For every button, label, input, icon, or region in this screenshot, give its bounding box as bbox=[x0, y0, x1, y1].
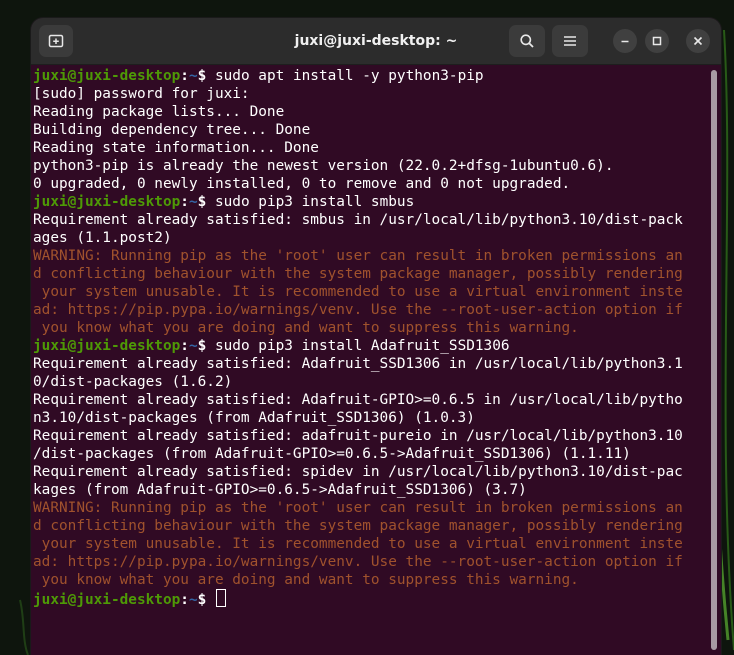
output-text: Requirement already satisfied: spidev in… bbox=[33, 464, 683, 480]
output-text: n3.10/dist-packages (from Adafruit_SSD13… bbox=[33, 410, 475, 426]
output-text: Reading package lists... Done bbox=[33, 104, 285, 120]
warning-text: you know what you are doing and want to … bbox=[33, 320, 579, 336]
prompt-path: ~ bbox=[188, 68, 198, 84]
warning-line: d conflicting behaviour with the system … bbox=[33, 517, 709, 535]
warning-text: ad: https://pip.pypa.io/warnings/venv. U… bbox=[33, 302, 683, 318]
output-line: Reading state information... Done bbox=[33, 139, 709, 157]
search-icon bbox=[520, 34, 534, 48]
command-text: sudo apt install -y python3-pip bbox=[206, 68, 484, 84]
warning-line: ad: https://pip.pypa.io/warnings/venv. U… bbox=[33, 553, 709, 571]
warning-text: your system unusable. It is recommended … bbox=[33, 284, 683, 300]
output-line: kages (from Adafruit-GPIO>=0.6.5->Adafru… bbox=[33, 481, 709, 499]
output-text: kages (from Adafruit-GPIO>=0.6.5->Adafru… bbox=[33, 482, 527, 498]
prompt-separator: : bbox=[180, 68, 189, 84]
search-button[interactable] bbox=[509, 25, 545, 57]
prompt-line: juxi@juxi-desktop:~$ sudo pip3 install s… bbox=[33, 193, 709, 211]
minimize-icon bbox=[621, 40, 629, 43]
warning-line: WARNING: Running pip as the 'root' user … bbox=[33, 247, 709, 265]
output-text: Reading state information... Done bbox=[33, 140, 319, 156]
output-line: Building dependency tree... Done bbox=[33, 121, 709, 139]
output-line: /dist-packages (from Adafruit-GPIO>=0.6.… bbox=[33, 445, 709, 463]
output-text: 0 upgraded, 0 newly installed, 0 to remo… bbox=[33, 176, 571, 192]
warning-text: WARNING: Running pip as the 'root' user … bbox=[33, 500, 683, 516]
warning-text: d conflicting behaviour with the system … bbox=[33, 266, 683, 282]
prompt-symbol: $ bbox=[197, 194, 207, 210]
warning-text: you know what you are doing and want to … bbox=[33, 572, 579, 588]
output-line: [sudo] password for juxi: bbox=[33, 85, 709, 103]
warning-line: your system unusable. It is recommended … bbox=[33, 535, 709, 553]
output-text: /dist-packages (from Adafruit-GPIO>=0.6.… bbox=[33, 446, 631, 462]
prompt-symbol: $ bbox=[197, 68, 207, 84]
command-text: sudo pip3 install Adafruit_SSD1306 bbox=[206, 338, 510, 354]
output-line: Requirement already satisfied: Adafruit-… bbox=[33, 391, 709, 409]
minimize-button[interactable] bbox=[613, 29, 637, 53]
output-text: python3-pip is already the newest versio… bbox=[33, 158, 614, 174]
output-line: Requirement already satisfied: spidev in… bbox=[33, 463, 709, 481]
prompt-user: juxi@juxi-desktop bbox=[33, 194, 181, 210]
warning-line: you know what you are doing and want to … bbox=[33, 571, 709, 589]
output-line: 0 upgraded, 0 newly installed, 0 to remo… bbox=[33, 175, 709, 193]
warning-line: you know what you are doing and want to … bbox=[33, 319, 709, 337]
output-text: Requirement already satisfied: smbus in … bbox=[33, 212, 683, 228]
output-text: 0/dist-packages (1.6.2) bbox=[33, 374, 233, 390]
terminal-output[interactable]: juxi@juxi-desktop:~$ sudo apt install -y… bbox=[33, 67, 709, 653]
output-line: n3.10/dist-packages (from Adafruit_SSD13… bbox=[33, 409, 709, 427]
warning-text: WARNING: Running pip as the 'root' user … bbox=[33, 248, 683, 264]
output-line: python3-pip is already the newest versio… bbox=[33, 157, 709, 175]
output-text: Building dependency tree... Done bbox=[33, 122, 311, 138]
text-cursor bbox=[215, 589, 226, 607]
output-line: Requirement already satisfied: smbus in … bbox=[33, 211, 709, 229]
command-text bbox=[206, 592, 215, 608]
command-text: sudo pip3 install smbus bbox=[206, 194, 415, 210]
warning-line: your system unusable. It is recommended … bbox=[33, 283, 709, 301]
window-titlebar[interactable]: juxi@juxi-desktop: ~ bbox=[31, 18, 721, 65]
output-text: ages (1.1.post2) bbox=[33, 230, 172, 246]
prompt-symbol: $ bbox=[197, 592, 207, 608]
output-line: ages (1.1.post2) bbox=[33, 229, 709, 247]
close-button[interactable] bbox=[686, 29, 710, 53]
prompt-separator: : bbox=[180, 194, 189, 210]
menu-button[interactable] bbox=[552, 25, 588, 57]
prompt-user: juxi@juxi-desktop bbox=[33, 592, 181, 608]
warning-line: ad: https://pip.pypa.io/warnings/venv. U… bbox=[33, 301, 709, 319]
output-text: Requirement already satisfied: adafruit-… bbox=[33, 428, 683, 444]
new-tab-icon bbox=[48, 34, 64, 48]
scrollbar-track[interactable] bbox=[711, 70, 717, 650]
prompt-line: juxi@juxi-desktop:~$ sudo apt install -y… bbox=[33, 67, 709, 85]
prompt-path: ~ bbox=[188, 592, 198, 608]
prompt-user: juxi@juxi-desktop bbox=[33, 68, 181, 84]
output-text: Requirement already satisfied: Adafruit_… bbox=[33, 356, 683, 372]
prompt-separator: : bbox=[180, 592, 189, 608]
prompt-path: ~ bbox=[188, 338, 198, 354]
prompt-line: juxi@juxi-desktop:~$ sudo pip3 install A… bbox=[33, 337, 709, 355]
prompt-user: juxi@juxi-desktop bbox=[33, 338, 181, 354]
warning-text: your system unusable. It is recommended … bbox=[33, 536, 683, 552]
prompt-path: ~ bbox=[188, 194, 198, 210]
warning-text: d conflicting behaviour with the system … bbox=[33, 518, 683, 534]
terminal-window: juxi@juxi-desktop: ~ juxi@juxi-desktop:~… bbox=[31, 18, 721, 655]
warning-line: d conflicting behaviour with the system … bbox=[33, 265, 709, 283]
output-line: Requirement already satisfied: Adafruit_… bbox=[33, 355, 709, 373]
maximize-button[interactable] bbox=[645, 29, 669, 53]
output-line: 0/dist-packages (1.6.2) bbox=[33, 373, 709, 391]
new-tab-button[interactable] bbox=[39, 25, 73, 57]
output-text: Requirement already satisfied: Adafruit-… bbox=[33, 392, 683, 408]
hamburger-menu-icon bbox=[564, 36, 576, 46]
scrollbar-thumb[interactable] bbox=[711, 70, 717, 650]
prompt-separator: : bbox=[180, 338, 189, 354]
output-line: Requirement already satisfied: adafruit-… bbox=[33, 427, 709, 445]
warning-text: ad: https://pip.pypa.io/warnings/venv. U… bbox=[33, 554, 683, 570]
warning-line: WARNING: Running pip as the 'root' user … bbox=[33, 499, 709, 517]
maximize-icon bbox=[652, 36, 662, 46]
output-line: Reading package lists... Done bbox=[33, 103, 709, 121]
close-icon bbox=[693, 36, 703, 46]
prompt-symbol: $ bbox=[197, 338, 207, 354]
output-text: [sudo] password for juxi: bbox=[33, 86, 250, 102]
prompt-line: juxi@juxi-desktop:~$ bbox=[33, 589, 709, 608]
